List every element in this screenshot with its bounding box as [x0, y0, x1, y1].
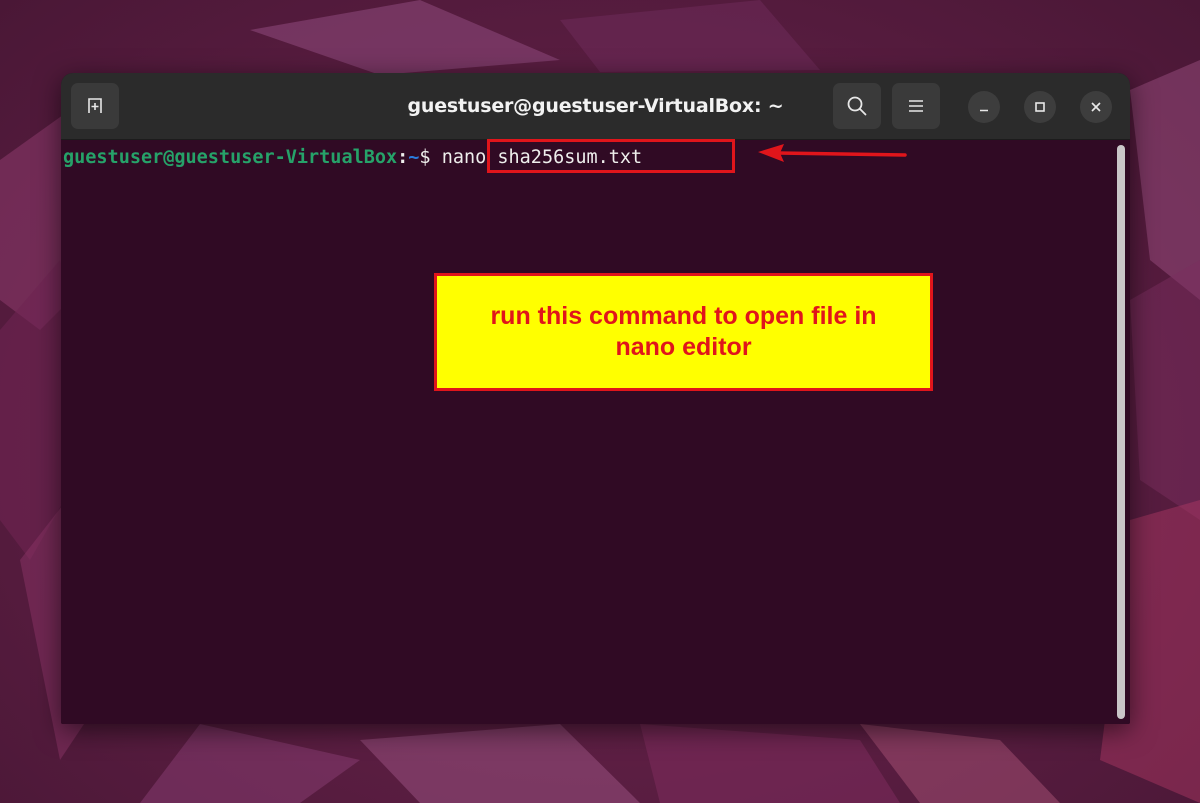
minimize-button[interactable]: [968, 91, 1000, 123]
close-button[interactable]: [1080, 91, 1112, 123]
search-icon: [847, 96, 867, 116]
maximize-button[interactable]: [1024, 91, 1056, 123]
minimize-icon: [980, 109, 988, 112]
hamburger-menu-icon: [909, 100, 923, 112]
prompt-dollar: $: [419, 147, 442, 168]
scrollbar[interactable]: [1117, 145, 1125, 719]
terminal-area[interactable]: guestuser@guestuser-VirtualBox:~$ nano s…: [61, 140, 1130, 724]
menu-button[interactable]: [892, 83, 940, 129]
search-button[interactable]: [833, 83, 881, 129]
maximize-icon: [1035, 102, 1045, 112]
annotation-arrow: [758, 144, 907, 162]
prompt-path: ~: [408, 147, 420, 168]
annotation-callout: run this command to open file in nano ed…: [434, 273, 933, 391]
prompt-user-host: guestuser@guestuser-VirtualBox: [63, 147, 398, 168]
title-bar: guestuser@guestuser-VirtualBox: ~: [61, 73, 1130, 140]
command-highlight-box: [487, 139, 735, 173]
close-icon: [1091, 102, 1101, 112]
prompt-separator: :: [397, 147, 409, 168]
